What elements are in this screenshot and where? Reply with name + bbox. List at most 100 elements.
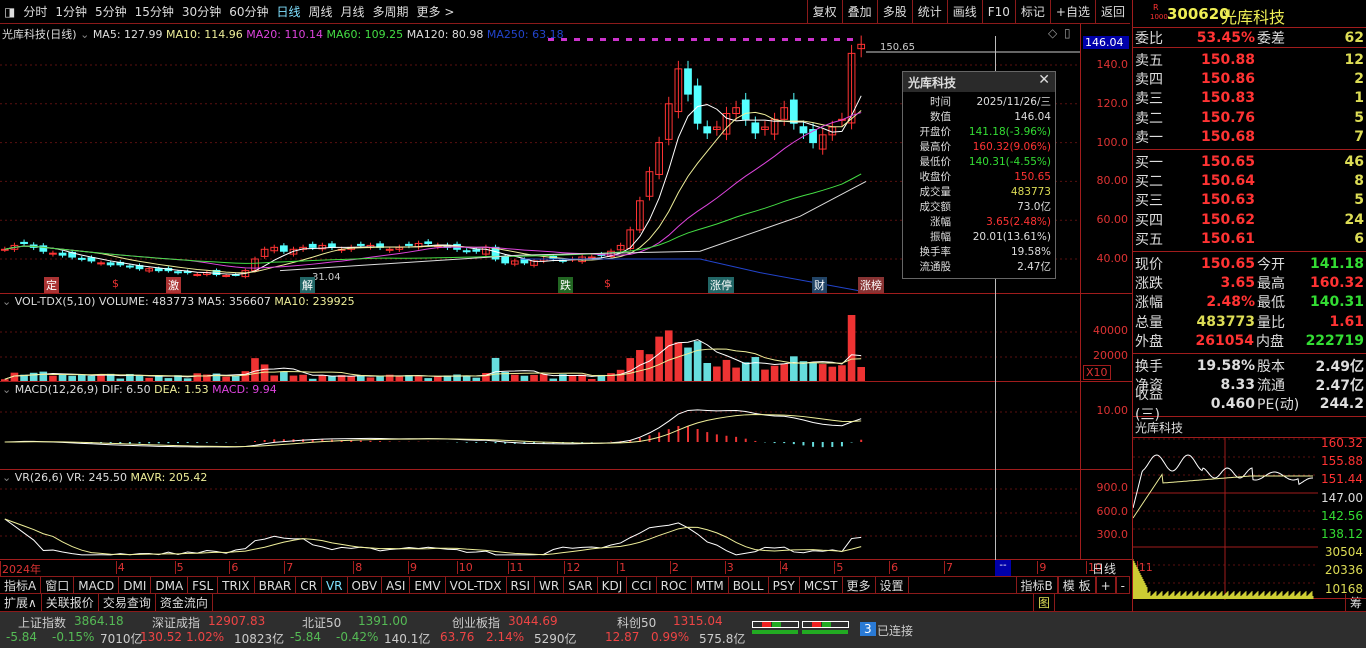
period-tab[interactable]: 月线 [337, 3, 369, 20]
index-name[interactable]: 上证指数 [18, 614, 66, 631]
signal-bars-icon [752, 621, 849, 634]
indicator-right-button[interactable]: 指标B [1015, 577, 1058, 593]
toolbar-action-button[interactable]: 画线 [946, 0, 982, 23]
indicator-tab[interactable]: CCI [627, 577, 657, 593]
order-row[interactable]: 买一 150.65 46 [1133, 152, 1366, 171]
event-marker[interactable]: $ [110, 277, 121, 290]
indicator-tab[interactable]: MTM [692, 577, 729, 593]
close-icon[interactable]: ✕ [1038, 72, 1050, 88]
tooltip-value: 20.01(13.61%) [972, 231, 1051, 243]
period-tab[interactable]: 周线 [305, 3, 337, 20]
indicator-tab[interactable]: MACD [74, 577, 120, 593]
volume-bar [568, 375, 577, 381]
toolbar-action-button[interactable]: 复权 [806, 0, 842, 23]
event-marker[interactable]: 财 [812, 277, 827, 293]
index-change: -5.84 [6, 630, 38, 644]
connection-count-badge[interactable]: 3 [860, 622, 876, 636]
extension-tab[interactable]: 关联报价 [42, 594, 99, 611]
candle [405, 243, 413, 246]
indicator-tab[interactable]: SAR [564, 577, 598, 593]
indicator-tab[interactable]: 设置 [876, 577, 909, 593]
order-row[interactable]: 卖四 150.86 2 [1133, 69, 1366, 88]
period-tab[interactable]: 15分钟 [131, 3, 178, 20]
vr-pane[interactable]: ⌄ VR(26,6) VR: 245.50 MAVR: 205.42 [0, 470, 1080, 560]
toolbar-action-button[interactable]: 标记 [1014, 0, 1050, 23]
indicator-tab[interactable]: 指标A [0, 577, 42, 593]
indicator-tab[interactable]: ASI [382, 577, 411, 593]
indicator-tab[interactable]: BOLL [729, 577, 769, 593]
tooltip-row: 最高价 160.32(9.06%) [903, 140, 1055, 155]
indicator-tab[interactable]: DMA [151, 577, 189, 593]
period-tab[interactable]: 日线 [272, 3, 304, 20]
index-name[interactable]: 深证成指 [152, 614, 200, 631]
order-row[interactable]: 卖一 150.68 7 [1133, 128, 1366, 147]
index-name[interactable]: 北证50 [302, 614, 341, 631]
order-row[interactable]: 买五 150.61 6 [1133, 230, 1366, 249]
toolbar-action-button[interactable]: +自选 [1049, 0, 1095, 23]
period-tab[interactable]: 更多 > [413, 3, 459, 20]
indicator-tab[interactable]: VOL-TDX [446, 577, 507, 593]
tooltip-key: 最高价 [919, 141, 952, 153]
period-tab[interactable]: 5分钟 [91, 3, 131, 20]
toolbar-action-button[interactable]: 多股 [876, 0, 912, 23]
indicator-tab[interactable]: FSL [188, 577, 219, 593]
indicator-tab[interactable]: ROC [657, 577, 692, 593]
index-name[interactable]: 创业板指 [452, 614, 500, 631]
order-row[interactable]: 买二 150.64 8 [1133, 171, 1366, 190]
indicator-tab[interactable]: EMV [410, 577, 446, 593]
order-row[interactable]: 卖三 150.83 1 [1133, 89, 1366, 108]
indicator-tab[interactable]: CR [296, 577, 322, 593]
toolbar-action-button[interactable]: 统计 [911, 0, 947, 23]
indicator-tab[interactable]: KDJ [598, 577, 628, 593]
toolbar-action-button[interactable]: F10 [981, 0, 1015, 23]
order-row[interactable]: 卖五 150.88 12 [1133, 50, 1366, 69]
event-marker[interactable]: 定 [44, 277, 59, 293]
ma250-marker [782, 38, 788, 41]
index-name[interactable]: 科创50 [617, 614, 656, 631]
indicator-tab[interactable]: 窗口 [41, 577, 75, 593]
sidebar-toggle-icon[interactable]: ◨ [0, 5, 19, 19]
period-tab[interactable]: 30分钟 [178, 3, 225, 20]
connection-status[interactable]: 已连接 [877, 622, 913, 639]
volume-bar [87, 375, 96, 381]
event-marker[interactable]: 激 [166, 277, 181, 293]
indicator-tab[interactable]: RSI [507, 577, 536, 593]
volume-pane[interactable]: ⌄ VOL-TDX(5,10) VOLUME: 483773 MA5: 3566… [0, 294, 1080, 382]
chart-toggle-button[interactable]: 图 [1033, 594, 1056, 612]
period-tab[interactable]: 分时 [19, 3, 51, 20]
intraday-mini-chart[interactable]: 160.32 155.88 151.44 147.00 142.56 138.12 3050… [1133, 436, 1366, 601]
index-value: 3864.18 [74, 614, 124, 628]
toolbar-action-button[interactable]: 返回 [1094, 0, 1130, 23]
indicator-tab[interactable]: OBV [348, 577, 383, 593]
indicator-tab[interactable]: VR [322, 577, 348, 593]
period-tab[interactable]: 1分钟 [51, 3, 91, 20]
extension-tab[interactable]: 扩展∧ [0, 594, 42, 611]
volume-bar [366, 377, 375, 381]
indicator-tab[interactable]: DMI [119, 577, 152, 593]
order-volume: 2 [1354, 71, 1364, 88]
toolbar-action-button[interactable]: 叠加 [841, 0, 877, 23]
period-tab[interactable]: 60分钟 [225, 3, 272, 20]
indicator-tab[interactable]: TRIX [218, 577, 255, 593]
indicator-tab[interactable]: PSY [769, 577, 800, 593]
index-change: 130.52 [140, 630, 182, 644]
extension-tab[interactable]: 资金流向 [156, 594, 213, 611]
order-row[interactable]: 卖二 150.76 5 [1133, 108, 1366, 127]
event-marker[interactable]: 跌 [558, 277, 573, 293]
event-marker[interactable]: 涨榜 [858, 277, 884, 293]
indicator-tab[interactable]: 更多 [843, 577, 876, 593]
order-row[interactable]: 买三 150.63 5 [1133, 191, 1366, 210]
indicator-right-button[interactable]: + [1095, 577, 1116, 593]
extension-tab[interactable]: 交易查询 [99, 594, 156, 611]
event-marker[interactable]: $ [602, 277, 613, 290]
indicator-right-button[interactable]: - [1115, 577, 1130, 593]
period-tab[interactable]: 多周期 [369, 3, 413, 20]
indicator-right-button[interactable]: 模 板 [1057, 577, 1096, 593]
macd-pane[interactable]: ⌄ MACD(12,26,9) DIF: 6.50 DEA: 1.53 MACD… [0, 382, 1080, 470]
indicator-tab[interactable]: MCST [800, 577, 843, 593]
event-marker[interactable]: 涨停 [708, 277, 734, 293]
indicator-tab[interactable]: WR [535, 577, 565, 593]
indicator-tab[interactable]: BRAR [255, 577, 297, 593]
order-row[interactable]: 买四 150.62 24 [1133, 210, 1366, 229]
event-marker[interactable]: 解 [300, 277, 315, 293]
